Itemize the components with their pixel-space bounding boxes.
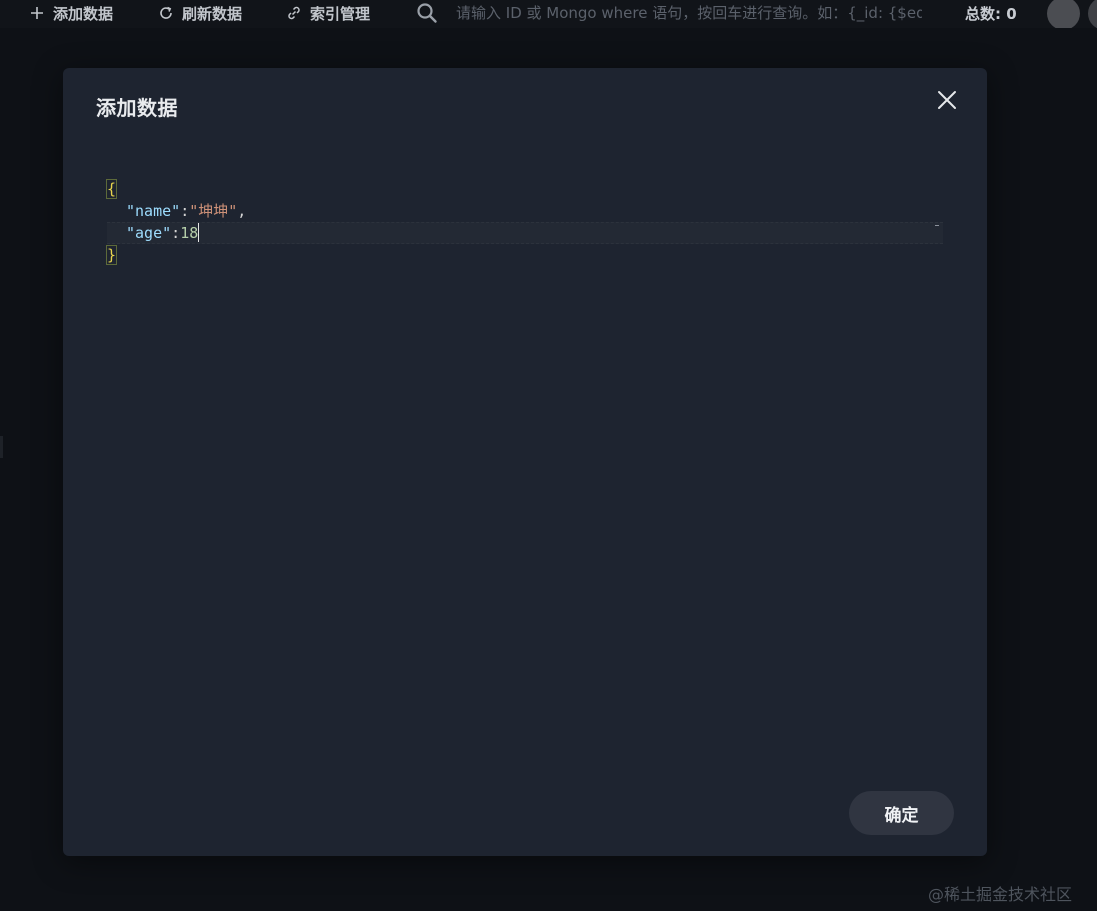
search-input[interactable] <box>442 0 922 26</box>
secondary-avatar[interactable] <box>1088 0 1097 28</box>
json-value-age: 18 <box>180 224 199 242</box>
avatar[interactable] <box>1047 0 1080 28</box>
json-key-age: "age" <box>126 224 172 242</box>
json-colon: : <box>171 224 181 242</box>
refresh-icon <box>158 5 174 21</box>
refresh-data-button[interactable]: 刷新数据 <box>158 0 242 26</box>
plus-icon <box>29 5 45 21</box>
add-data-modal: 添加数据 { "name":"坤坤", "age":18 } 确定 <box>63 68 987 856</box>
close-icon[interactable] <box>935 88 959 112</box>
toolbar: 添加数据 刷新数据 索引管理 总数: 0 <box>0 0 1097 28</box>
refresh-data-label: 刷新数据 <box>182 4 243 23</box>
index-management-button[interactable]: 索引管理 <box>286 0 370 26</box>
confirm-button[interactable]: 确定 <box>849 791 954 835</box>
json-value-name: "坤坤" <box>189 202 238 220</box>
editor-line: { <box>105 178 943 200</box>
search-bar <box>410 0 938 26</box>
editor-line: } <box>105 244 943 266</box>
watermark: @稀土掘金技术社区 <box>928 885 1073 904</box>
editor-line-active: "age":18 <box>107 222 943 244</box>
open-brace: { <box>105 179 118 199</box>
modal-title: 添加数据 <box>96 96 178 120</box>
json-comma: , <box>237 202 247 220</box>
search-icon <box>410 0 442 26</box>
scroll-marker <box>935 225 939 226</box>
close-brace: } <box>105 245 118 265</box>
add-data-label: 添加数据 <box>53 4 114 23</box>
editor-line: "name":"坤坤", <box>107 200 943 222</box>
index-management-label: 索引管理 <box>310 4 371 23</box>
link-icon <box>286 5 302 21</box>
json-colon: : <box>180 202 190 220</box>
json-key-name: "name" <box>126 202 181 220</box>
text-caret <box>198 223 200 242</box>
total-count: 总数: 0 <box>965 4 1017 23</box>
json-editor[interactable]: { "name":"坤坤", "age":18 } <box>105 178 943 798</box>
add-data-button[interactable]: 添加数据 <box>29 0 113 26</box>
